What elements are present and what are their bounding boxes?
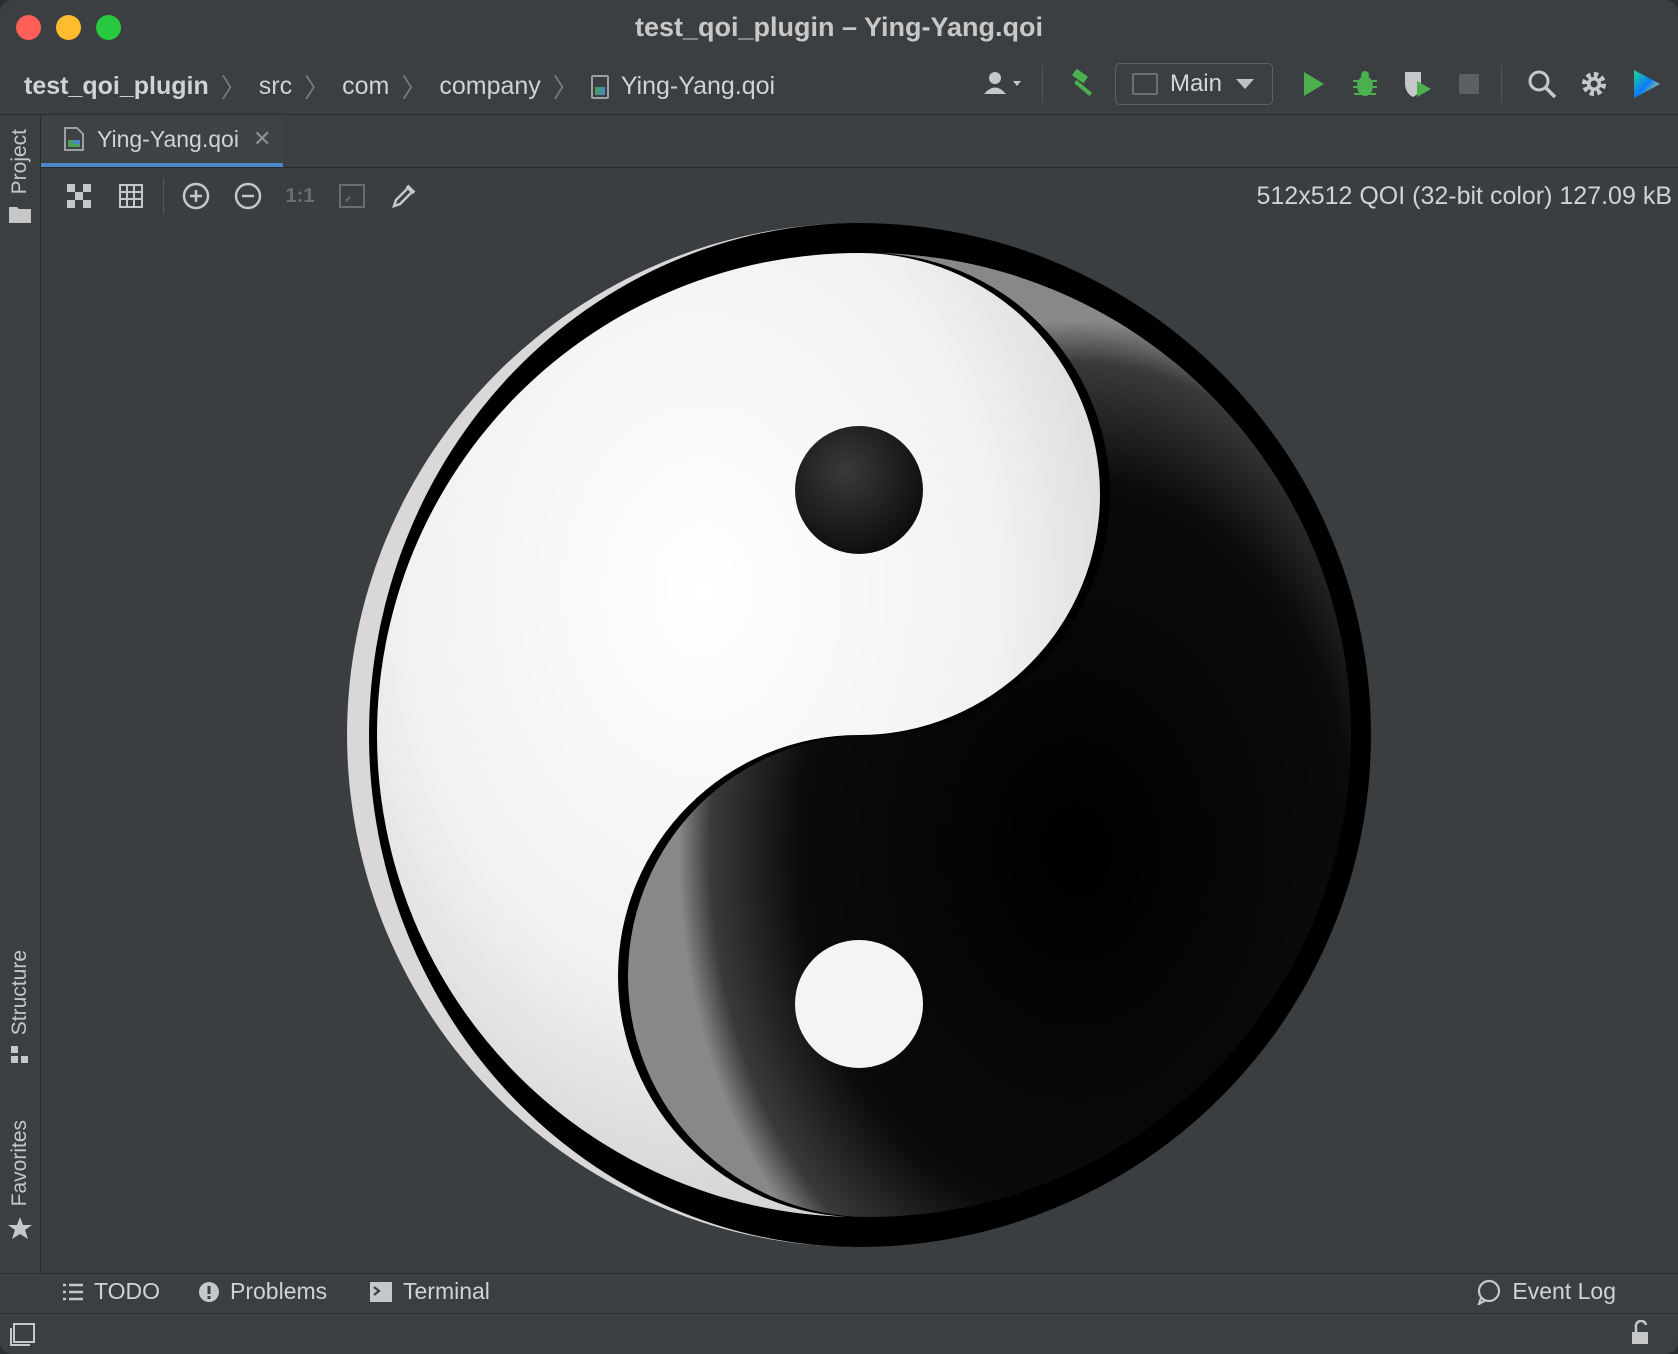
search-everywhere-button[interactable] (1520, 62, 1564, 106)
editor-tab[interactable]: Ying-Yang.qoi ✕ (41, 115, 283, 167)
star-icon (8, 1217, 32, 1240)
play-icon (1304, 72, 1324, 96)
account-dropdown[interactable] (976, 62, 1032, 106)
coverage-icon (1405, 72, 1431, 97)
list-icon (63, 1283, 83, 1300)
status-bar (0, 1313, 1678, 1354)
color-picker-button[interactable] (378, 174, 430, 218)
window-title: test_qoi_plugin – Ying-Yang.qoi (634, 12, 1044, 42)
hammer-icon (1072, 69, 1092, 96)
navigation-bar: test_qoi_plugin 〉 src 〉 com 〉 company 〉 … (0, 54, 1678, 115)
problems-tool-button[interactable]: Problems (198, 1278, 327, 1305)
toggle-tool-windows-icon[interactable] (10, 1322, 36, 1346)
bug-icon (1353, 71, 1377, 96)
terminal-tool-button[interactable]: Terminal (369, 1278, 490, 1305)
search-icon (1528, 70, 1557, 99)
ide-window: test_qoi_plugin – Ying-Yang.qoi test_qoi… (0, 0, 1678, 1354)
toolbar-divider (1501, 66, 1502, 102)
actual-size-label: 1:1 (285, 184, 315, 207)
run-with-coverage-button[interactable] (1395, 62, 1439, 106)
stop-icon (1459, 74, 1479, 94)
yin-yang-light-dot (795, 940, 923, 1068)
left-tool-strip: Project Structure Favorites (0, 115, 41, 1274)
breadcrumb-com[interactable]: com (342, 72, 389, 101)
breadcrumb-src[interactable]: src (259, 72, 292, 101)
toolbar-divider (1041, 66, 1043, 102)
image-file-icon (590, 74, 609, 99)
debug-button[interactable] (1343, 62, 1387, 106)
grid-icon (119, 184, 143, 208)
gear-icon (1582, 72, 1606, 96)
todo-label: TODO (94, 1278, 161, 1304)
todo-tool-button[interactable]: TODO (62, 1278, 160, 1305)
toolbar-divider (163, 178, 164, 214)
warning-icon (199, 1281, 219, 1302)
ide-logo-icon (1634, 70, 1660, 98)
fit-zoom-button[interactable] (326, 174, 378, 218)
actual-size-button[interactable]: 1:1 (274, 174, 326, 218)
build-button[interactable] (1061, 62, 1105, 106)
image-editor-toolbar: 1:1 (53, 174, 430, 218)
problems-label: Problems (230, 1278, 328, 1304)
zoom-out-icon (234, 182, 262, 210)
stop-button[interactable] (1447, 62, 1491, 106)
yin-yang-dark-dot (795, 426, 923, 554)
breadcrumb-project[interactable]: test_qoi_plugin (24, 72, 209, 101)
breadcrumb: test_qoi_plugin 〉 src 〉 com 〉 company 〉 … (24, 68, 775, 105)
image-editor: 1:1 512x512 QOI (32-bit color) 127.09 kB (41, 168, 1678, 1274)
zoom-in-icon (182, 182, 210, 210)
project-tool-window-tab[interactable]: Project (0, 129, 40, 224)
favorites-tab-label: Favorites (8, 1120, 31, 1207)
breadcrumb-separator: 〉 (220, 73, 247, 103)
project-tab-label: Project (8, 129, 31, 195)
breadcrumb-separator: 〉 (304, 73, 331, 103)
eyedropper-icon (392, 184, 416, 208)
tool-window-bar: TODO Problems Terminal Event Log (0, 1273, 1678, 1314)
terminal-label: Terminal (403, 1278, 490, 1304)
zoom-out-button[interactable] (222, 174, 274, 218)
terminal-icon (370, 1281, 392, 1302)
favorites-tool-window-tab[interactable]: Favorites (0, 1120, 40, 1240)
event-log-tool-button[interactable]: Event Log (1476, 1278, 1616, 1305)
breadcrumb-company[interactable]: company (439, 72, 540, 101)
breadcrumb-separator: 〉 (401, 73, 428, 103)
run-toolbar: Main (968, 62, 1668, 106)
application-icon (1131, 73, 1158, 95)
breadcrumb-file[interactable]: Ying-Yang.qoi (621, 72, 775, 101)
toggle-grid-button[interactable] (105, 174, 157, 218)
close-icon[interactable]: ✕ (253, 126, 271, 152)
settings-button[interactable] (1572, 62, 1616, 106)
editor-tab-label: Ying-Yang.qoi (97, 125, 239, 152)
run-button[interactable] (1291, 62, 1335, 106)
fit-to-window-icon (339, 184, 365, 208)
unlock-icon[interactable] (1628, 1320, 1654, 1346)
structure-icon (11, 1046, 28, 1064)
breadcrumb-separator: 〉 (552, 73, 579, 103)
run-configuration-label: Main (1169, 70, 1222, 97)
image-info-label: 512x512 QOI (32-bit color) 127.09 kB (1256, 182, 1672, 210)
toggle-chessboard-button[interactable] (53, 174, 105, 218)
image-file-icon (64, 127, 84, 151)
user-icon (983, 72, 1021, 94)
structure-tab-label: Structure (8, 950, 31, 1036)
editor-tab-bar: Ying-Yang.qoi ✕ (41, 115, 1678, 168)
structure-tool-window-tab[interactable]: Structure (0, 950, 40, 1065)
folder-icon (9, 207, 31, 224)
speech-bubble-icon (1477, 1279, 1501, 1305)
chessboard-icon (67, 184, 91, 208)
zoom-in-button[interactable] (170, 174, 222, 218)
title-bar: test_qoi_plugin – Ying-Yang.qoi (0, 0, 1678, 54)
run-configuration-select[interactable]: Main (1114, 63, 1273, 105)
image-canvas (347, 223, 1371, 1247)
code-with-me-button[interactable] (1624, 62, 1668, 106)
event-log-label: Event Log (1512, 1278, 1616, 1304)
chevron-down-icon (1236, 79, 1254, 89)
